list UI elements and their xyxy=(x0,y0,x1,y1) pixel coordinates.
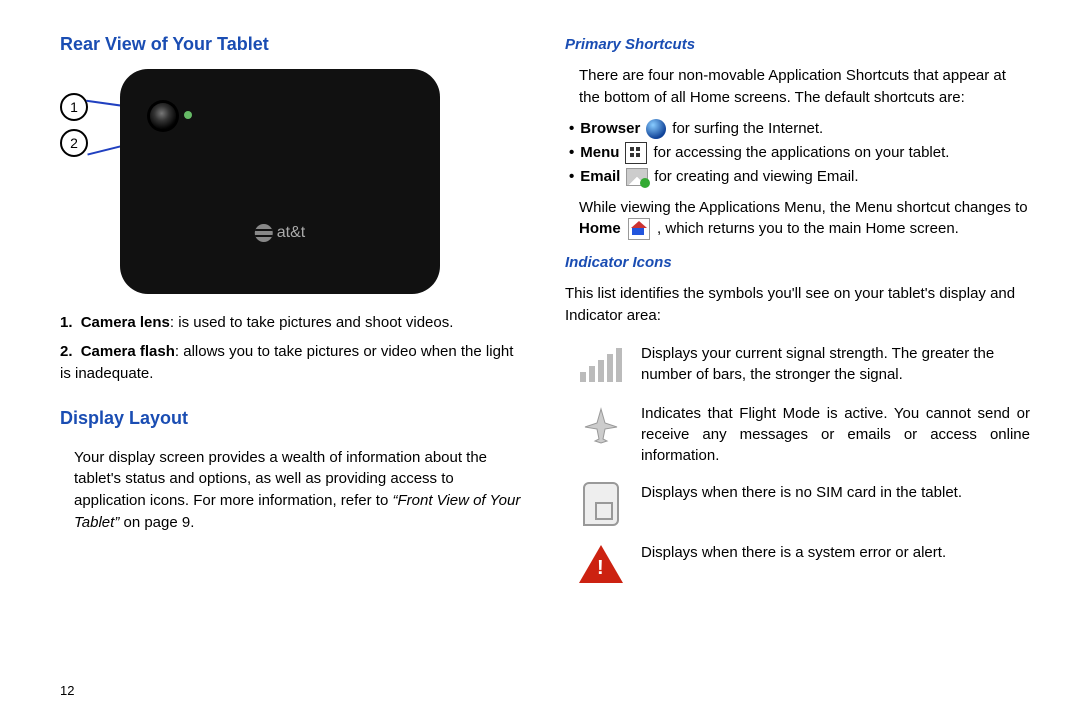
home-icon xyxy=(628,218,650,240)
heading-indicator-icons: Indicator Icons xyxy=(565,254,1030,271)
shortcuts-intro: There are four non-movable Application S… xyxy=(579,65,1030,109)
list-num: 2. xyxy=(60,343,73,360)
list-bold: Camera lens xyxy=(81,314,170,331)
home-shortcut-paragraph: While viewing the Applications Menu, the… xyxy=(579,197,1030,241)
camera-flash-icon xyxy=(184,111,192,119)
shortcut-label: Menu xyxy=(580,141,619,165)
tablet-rear-figure: 1 2 at&t xyxy=(60,69,440,294)
apps-grid-icon xyxy=(625,142,647,164)
camera-lens-icon xyxy=(150,103,176,129)
shortcut-browser: • Browser for surfing the Internet. xyxy=(569,117,1030,141)
indicators-intro: This list identifies the symbols you'll … xyxy=(565,283,1030,327)
alert-triangle-icon xyxy=(579,542,623,586)
indicator-row-flight: Indicates that Flight Mode is active. Yo… xyxy=(579,403,1030,466)
rear-list-item-2: 2. Camera flash: allows you to take pict… xyxy=(60,341,525,386)
indicator-row-nosim: Displays when there is no SIM card in th… xyxy=(579,482,1030,526)
bullet-icon: • xyxy=(569,165,574,189)
display-layout-paragraph: Your display screen provides a wealth of… xyxy=(74,447,525,534)
shortcut-tail: for surfing the Internet. xyxy=(672,117,823,141)
page-root: Rear View of Your Tablet 1 2 at&t 1. Cam… xyxy=(60,30,1030,700)
indicator-row-signal: Displays your current signal strength. T… xyxy=(579,343,1030,387)
att-globe-icon xyxy=(255,224,273,242)
browser-globe-icon xyxy=(646,119,666,139)
home-para-b: , which returns you to the main Home scr… xyxy=(657,220,959,237)
home-para-a: While viewing the Applications Menu, the… xyxy=(579,199,1028,216)
right-column: Primary Shortcuts There are four non-mov… xyxy=(565,30,1030,700)
att-label: at&t xyxy=(277,224,305,242)
page-number: 12 xyxy=(60,683,74,698)
callout-number-2: 2 xyxy=(60,129,88,157)
indicator-text: Displays when there is a system error or… xyxy=(641,542,946,563)
shortcut-label: Email xyxy=(580,165,620,189)
indicator-text: Indicates that Flight Mode is active. Yo… xyxy=(641,403,1030,466)
email-envelope-icon xyxy=(626,168,648,186)
indicator-text: Displays your current signal strength. T… xyxy=(641,343,1030,385)
airplane-mode-icon xyxy=(579,403,623,447)
bullet-icon: • xyxy=(569,141,574,165)
list-bold: Camera flash xyxy=(81,343,175,360)
shortcut-tail: for accessing the applications on your t… xyxy=(653,141,949,165)
indicator-text: Displays when there is no SIM card in th… xyxy=(641,482,962,503)
bullet-icon: • xyxy=(569,117,574,141)
rear-list-item-1: 1. Camera lens: is used to take pictures… xyxy=(60,312,525,335)
heading-rear-view: Rear View of Your Tablet xyxy=(60,34,525,55)
list-rest: : is used to take pictures and shoot vid… xyxy=(170,314,454,331)
callout-number-1: 1 xyxy=(60,93,88,121)
heading-display-layout: Display Layout xyxy=(60,408,525,429)
left-column: Rear View of Your Tablet 1 2 at&t 1. Cam… xyxy=(60,30,525,700)
signal-strength-icon xyxy=(579,343,623,387)
shortcut-email: • Email for creating and viewing Email. xyxy=(569,165,1030,189)
home-bold: Home xyxy=(579,220,621,237)
heading-primary-shortcuts: Primary Shortcuts xyxy=(565,36,1030,53)
no-sim-icon xyxy=(579,482,623,526)
list-num: 1. xyxy=(60,314,73,331)
tablet-body: at&t xyxy=(120,69,440,294)
shortcut-tail: for creating and viewing Email. xyxy=(654,165,858,189)
shortcut-menu: • Menu for accessing the applications on… xyxy=(569,141,1030,165)
shortcut-label: Browser xyxy=(580,117,640,141)
indicator-row-alert: Displays when there is a system error or… xyxy=(579,542,1030,586)
att-logo: at&t xyxy=(255,224,305,242)
para-b: on page 9. xyxy=(123,514,194,531)
